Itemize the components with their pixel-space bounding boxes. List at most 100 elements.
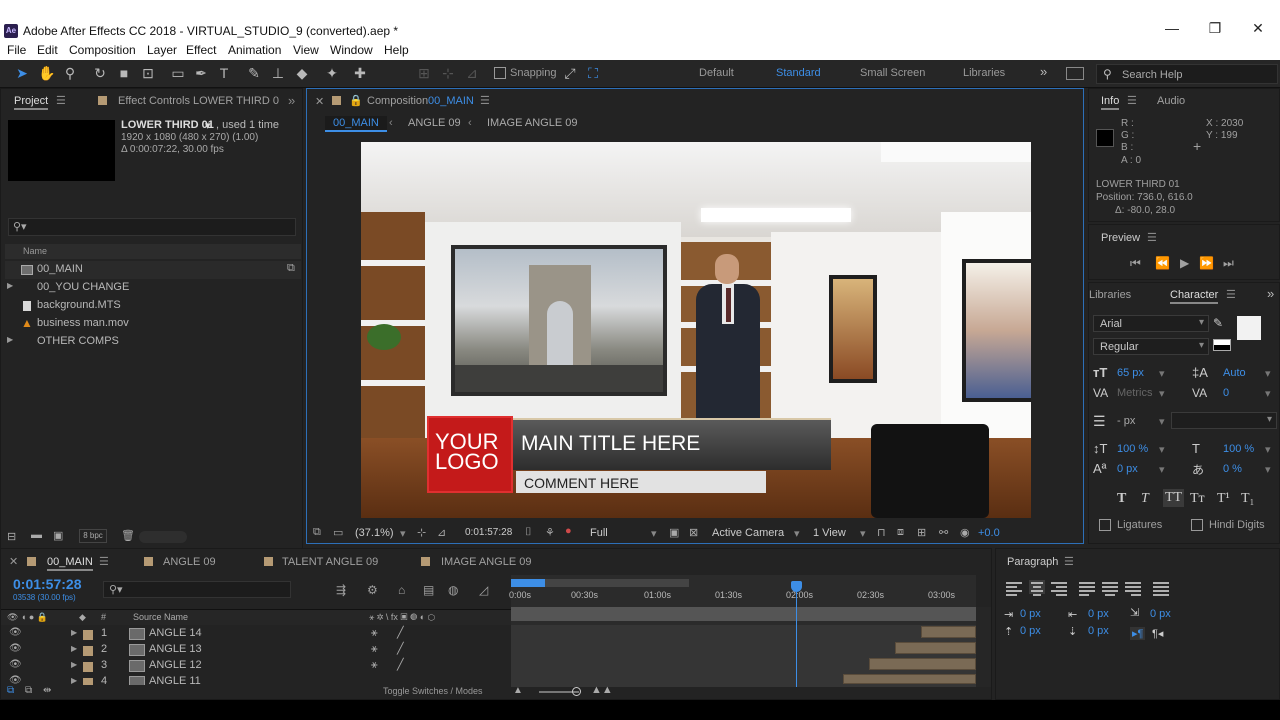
project-item-background[interactable]: background.MTS bbox=[5, 297, 301, 315]
visibility-icon[interactable]: 👁 bbox=[9, 627, 22, 638]
comp-viewer[interactable]: YOUR LOGO MAIN TITLE HERE COMMENT HERE bbox=[361, 142, 1031, 518]
layer-label-swatch[interactable] bbox=[83, 646, 93, 656]
lock-icon[interactable]: 🔒 bbox=[349, 94, 363, 107]
quality-switch-icon[interactable]: ╱ bbox=[397, 658, 404, 671]
zoom-level[interactable]: (37.1%) bbox=[355, 527, 394, 539]
leading-value[interactable]: Auto bbox=[1223, 367, 1246, 379]
snapping-checkbox[interactable] bbox=[494, 67, 506, 79]
layer-name[interactable]: ANGLE 12 bbox=[149, 659, 202, 671]
menu-file[interactable]: File bbox=[7, 43, 26, 57]
column-name[interactable]: Name bbox=[23, 246, 47, 256]
color-swap-icon[interactable] bbox=[1213, 339, 1231, 351]
timeline-tracks[interactable]: 0:00s 00:30s 01:00s 01:30s 02:00s 02:30s… bbox=[509, 575, 976, 687]
crumb-image-angle-09[interactable]: IMAGE ANGLE 09 bbox=[487, 117, 577, 129]
project-item-business-man[interactable]: ▲ business man.mov bbox=[5, 315, 301, 333]
layer-search-input[interactable]: ⚲▾ bbox=[103, 581, 291, 598]
crumb-angle-09[interactable]: ANGLE 09 bbox=[408, 117, 461, 129]
toggle-switches-modes[interactable]: Toggle Switches / Modes bbox=[383, 686, 483, 696]
delete-icon[interactable]: 🗑 bbox=[121, 529, 135, 542]
zoom-dropdown-icon[interactable]: ▾ bbox=[400, 527, 406, 540]
timeline-icon[interactable]: ⊞ bbox=[917, 526, 926, 539]
eraser-tool-icon[interactable]: ◆ bbox=[294, 65, 310, 81]
color-channel-icon[interactable]: ● bbox=[565, 525, 572, 537]
project-item-you-change[interactable]: ▶ 00_YOU CHANGE bbox=[5, 279, 301, 297]
fill-color-swatch[interactable] bbox=[1237, 316, 1261, 340]
local-axis-icon[interactable]: ⊞ bbox=[416, 65, 432, 81]
hindi-digits-checkbox[interactable] bbox=[1191, 519, 1203, 531]
zoom-slider-thumb[interactable] bbox=[572, 687, 581, 696]
indent-right-value[interactable]: 0 px bbox=[1088, 608, 1109, 620]
timeline-tab-angle-09[interactable]: ANGLE 09 bbox=[163, 556, 216, 568]
expand-icon[interactable]: ▶ bbox=[71, 628, 77, 637]
search-help-field[interactable]: ⚲ Search Help bbox=[1096, 64, 1278, 84]
expand-icon[interactable]: ▶ bbox=[7, 335, 13, 344]
roto-brush-tool-icon[interactable]: ✦ bbox=[324, 65, 340, 81]
ligatures-checkbox[interactable] bbox=[1099, 519, 1111, 531]
mask-visibility-icon[interactable]: ⊿ bbox=[437, 526, 446, 539]
visibility-icon[interactable]: 👁 bbox=[9, 675, 22, 685]
menu-composition[interactable]: Composition bbox=[69, 43, 136, 57]
timeline-tab-image-angle-09[interactable]: IMAGE ANGLE 09 bbox=[441, 556, 531, 568]
transparency-grid-icon[interactable]: ⊠ bbox=[689, 526, 698, 539]
expand-icon[interactable]: ▶ bbox=[71, 644, 77, 653]
rotate-tool-icon[interactable]: ↻ bbox=[92, 65, 108, 81]
tab-info[interactable]: Info bbox=[1101, 95, 1120, 110]
resolution-dropdown-icon[interactable]: ▾ bbox=[651, 527, 657, 540]
small-caps-button[interactable]: Tт bbox=[1190, 491, 1205, 507]
kerning-value[interactable]: Metrics bbox=[1117, 387, 1152, 399]
space-after-value[interactable]: 0 px bbox=[1088, 625, 1109, 637]
close-tab-icon[interactable]: ✕ bbox=[9, 555, 18, 568]
stroke-width-value[interactable]: - px bbox=[1117, 415, 1135, 427]
composition-tab-label[interactable]: Composition bbox=[367, 95, 428, 107]
ltr-direction-icon[interactable]: ▸¶ bbox=[1130, 627, 1146, 640]
layer-bar[interactable] bbox=[843, 674, 976, 684]
snapshot-icon[interactable]: ⌷ bbox=[525, 526, 532, 539]
baseline-shift-value[interactable]: 0 px bbox=[1117, 463, 1138, 475]
type-tool-icon[interactable]: T bbox=[216, 65, 232, 81]
new-comp-icon[interactable]: ▣ bbox=[53, 529, 63, 542]
project-item-other-comps[interactable]: ▶ OTHER COMPS bbox=[5, 333, 301, 351]
next-frame-icon[interactable]: ⏩ bbox=[1199, 256, 1214, 270]
camera-tool-icon[interactable]: ■ bbox=[116, 65, 132, 81]
font-size-value[interactable]: 65 px bbox=[1117, 367, 1144, 379]
draft-3d-icon[interactable]: ⚙ bbox=[367, 583, 378, 597]
justify-left-icon[interactable] bbox=[1079, 582, 1095, 596]
interpret-footage-icon[interactable]: ⊟ bbox=[7, 530, 16, 543]
resolution-select[interactable]: Full bbox=[590, 527, 608, 539]
play-icon[interactable]: ▶ bbox=[1180, 256, 1189, 270]
camera-select[interactable]: Active Camera bbox=[712, 527, 784, 539]
quality-switch-icon[interactable]: ╱ bbox=[397, 626, 404, 639]
selection-tool-icon[interactable]: ➤ bbox=[14, 65, 30, 81]
timeline-tab-00-main[interactable]: 00_MAIN bbox=[47, 556, 93, 571]
comp-menu-icon[interactable]: ☰ bbox=[480, 94, 490, 107]
reset-exposure-icon[interactable]: ◉ bbox=[960, 526, 970, 539]
shy-layers-icon[interactable]: ⌂ bbox=[398, 583, 405, 597]
zoom-tool-icon[interactable]: ⚲ bbox=[62, 65, 78, 81]
always-preview-icon[interactable]: ⧉ bbox=[313, 526, 321, 539]
work-area-range[interactable] bbox=[511, 579, 545, 587]
horizontal-scale-value[interactable]: 100 % bbox=[1223, 443, 1254, 455]
vertical-scale-value[interactable]: 100 % bbox=[1117, 443, 1148, 455]
region-of-interest-icon[interactable]: ▣ bbox=[669, 526, 679, 539]
justify-center-icon[interactable] bbox=[1102, 582, 1118, 596]
view-layout-select[interactable]: 1 View bbox=[813, 527, 846, 539]
superscript-button[interactable]: T¹ bbox=[1217, 491, 1230, 507]
align-left-icon[interactable] bbox=[1006, 582, 1022, 596]
eyedropper-icon[interactable]: ✎ bbox=[1213, 316, 1223, 330]
justify-all-icon[interactable] bbox=[1153, 582, 1169, 596]
character-menu-icon[interactable]: ☰ bbox=[1226, 288, 1236, 301]
snap-edge-icon[interactable]: ⤢ bbox=[562, 65, 578, 81]
timeline-menu-icon[interactable]: ☰ bbox=[99, 555, 109, 568]
visibility-icon[interactable]: 👁 bbox=[9, 659, 22, 670]
font-family-select[interactable]: Arial ▾ bbox=[1093, 315, 1209, 332]
current-time[interactable]: 0:01:57:28 bbox=[465, 527, 512, 538]
faux-italic-button[interactable]: T bbox=[1141, 491, 1149, 507]
pan-behind-tool-icon[interactable]: ⊡ bbox=[140, 65, 156, 81]
layer-label-swatch[interactable] bbox=[83, 630, 93, 640]
menu-edit[interactable]: Edit bbox=[37, 43, 58, 57]
tab-libraries[interactable]: Libraries bbox=[1089, 289, 1131, 301]
crumb-00-main[interactable]: 00_MAIN bbox=[325, 116, 387, 132]
preview-menu-icon[interactable]: ☰ bbox=[1147, 231, 1157, 244]
paragraph-menu-icon[interactable]: ☰ bbox=[1064, 555, 1074, 568]
menu-help[interactable]: Help bbox=[384, 43, 409, 57]
